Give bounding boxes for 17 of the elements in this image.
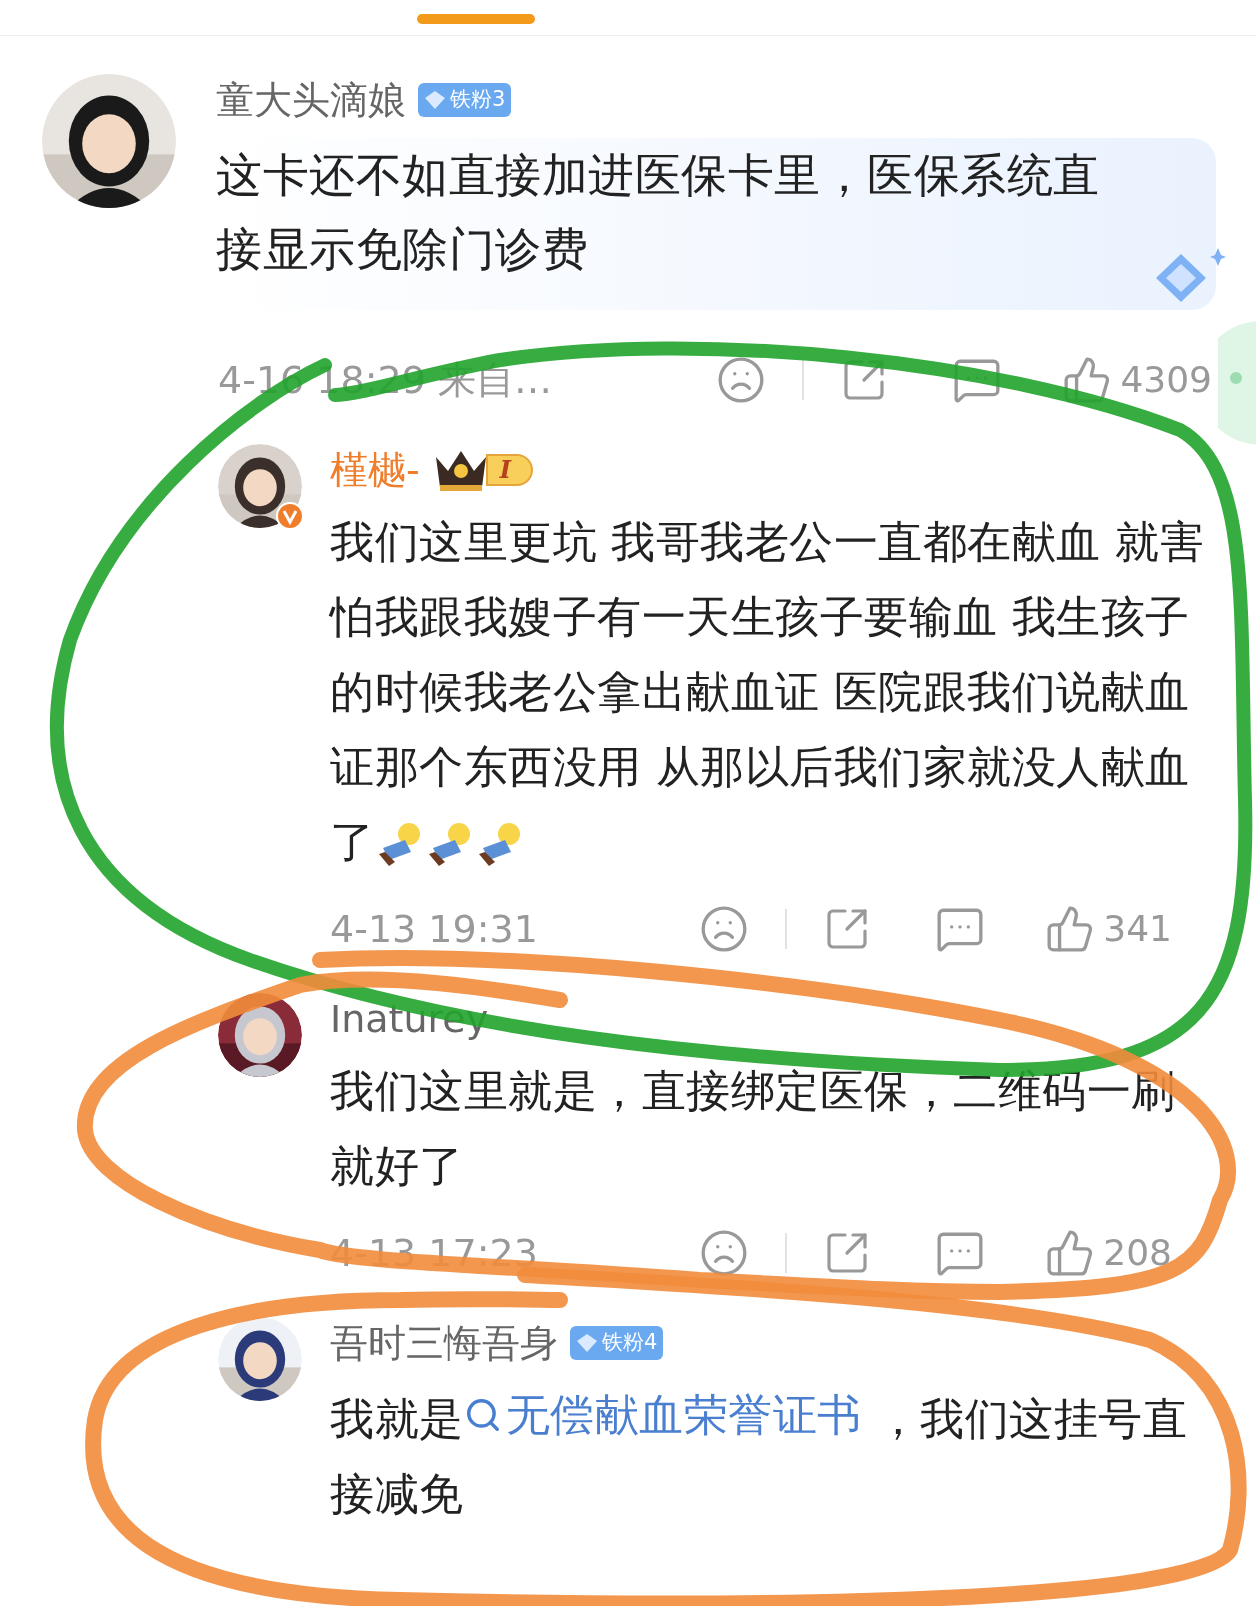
comment-text: 这卡还不如直接加进医保卡里，医保系统直接显示免除门诊费 xyxy=(216,147,1101,278)
username[interactable]: 童大头滴娘 xyxy=(216,71,406,129)
level-badge: I xyxy=(485,454,533,486)
diamond-icon xyxy=(424,90,446,110)
fan-level: 铁粉3 xyxy=(450,86,506,114)
float-button-icon[interactable] xyxy=(1218,318,1256,448)
timestamp: 4-13 19:31 xyxy=(330,905,539,953)
fan-level: 铁粉4 xyxy=(602,1329,658,1357)
like-count: 341 xyxy=(1103,907,1172,951)
comment-text: 我们这里更坑 我哥我老公一直都在献血 就害怕我跟我嫂子有一天生孩子要输血 我生孩子的时候我老公拿出献血证 医院跟我们说献血证那个东西没用 从那以后我们家就没人献血了 xyxy=(330,515,1206,870)
username[interactable]: 吾时三悔吾身 xyxy=(330,1314,558,1372)
like-count: 4309 xyxy=(1120,358,1212,402)
topic-link[interactable]: 无偿献血荣誉证书 xyxy=(463,1377,862,1452)
diamond-icon xyxy=(576,1333,598,1353)
comment-text: 我们这里就是，直接绑定医保，二维码一刷就好了 xyxy=(330,1064,1177,1193)
comment-text: 我就是 无偿献血荣誉证书 ，我们这挂号直接减免 xyxy=(330,1377,1216,1531)
like-count: 208 xyxy=(1103,1231,1172,1275)
